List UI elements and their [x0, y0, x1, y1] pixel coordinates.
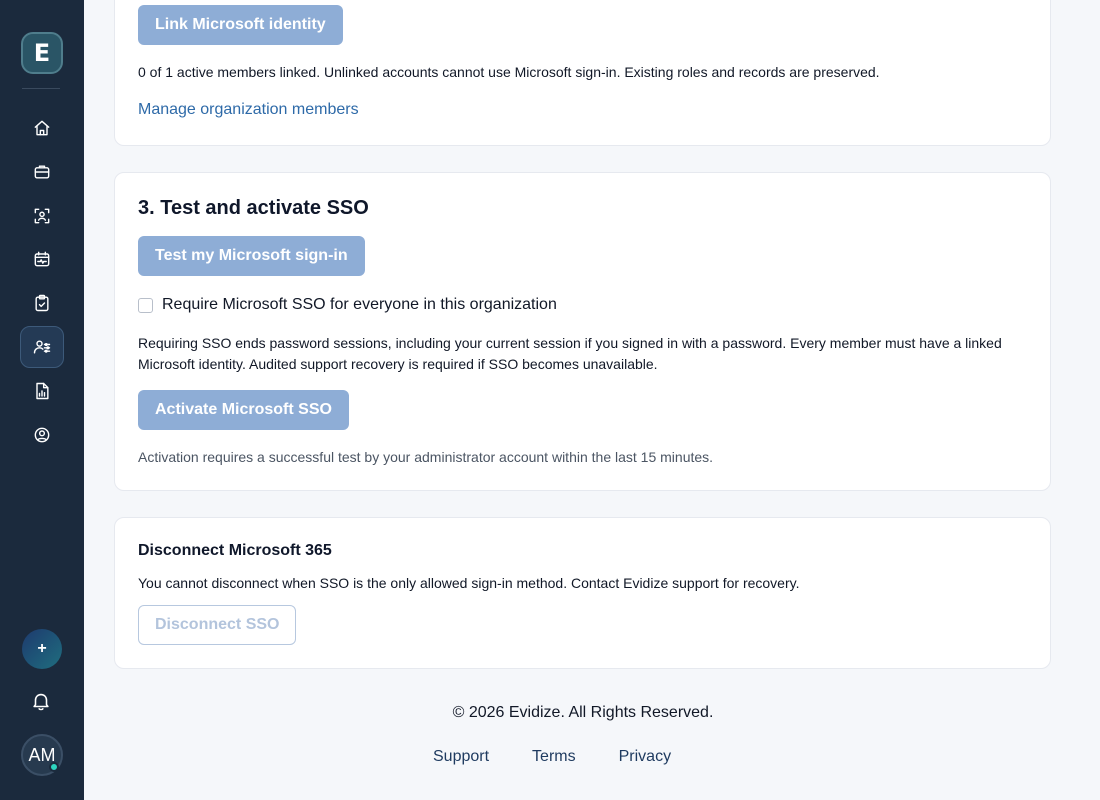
test-sign-in-button[interactable]: Test my Microsoft sign-in — [138, 236, 365, 276]
sidebar-item-account[interactable] — [20, 414, 64, 456]
user-avatar[interactable]: AM — [21, 734, 63, 776]
require-sso-checkbox[interactable] — [138, 297, 153, 313]
sso-warning-text: Requiring SSO ends password sessions, in… — [138, 335, 1002, 372]
require-sso-label: Require Microsoft SSO for everyone in th… — [162, 296, 557, 313]
disconnect-title: Disconnect Microsoft 365 — [138, 542, 332, 559]
report-chart-icon — [36, 382, 49, 400]
footer-link-terms[interactable]: Terms — [532, 748, 576, 766]
users-sliders-icon — [33, 340, 51, 354]
sidebar: E + AM — [0, 0, 84, 800]
calendar-icon — [34, 251, 50, 267]
activate-sso-button[interactable]: Activate Microsoft SSO — [138, 390, 349, 430]
test-activate-title: 3. Test and activate SSO — [138, 197, 369, 219]
disconnect-card: Disconnect Microsoft 365 You cannot disc… — [114, 517, 1051, 669]
link-identity-card: Link Microsoft identity 0 of 1 active me… — [114, 0, 1051, 146]
clipboard-icon — [35, 294, 49, 312]
sidebar-item-reports[interactable] — [20, 370, 64, 412]
sidebar-item-tasks[interactable] — [20, 282, 64, 324]
linked-members-status: 0 of 1 active members linked. Unlinked a… — [138, 64, 880, 80]
disconnect-sso-button[interactable]: Disconnect SSO — [138, 605, 297, 645]
evidize-logo[interactable]: E — [21, 32, 63, 74]
briefcase-icon — [34, 165, 50, 179]
test-activate-sso-card: 3. Test and activate SSO Test my Microso… — [114, 172, 1051, 491]
quick-add-button[interactable]: + — [22, 629, 62, 669]
sidebar-item-cases[interactable] — [20, 151, 64, 193]
link-microsoft-identity-button[interactable]: Link Microsoft identity — [138, 5, 343, 45]
manage-members-link[interactable]: Manage organization members — [138, 101, 359, 119]
sidebar-item-users-settings[interactable] — [20, 326, 64, 368]
face-scan-icon — [34, 208, 50, 224]
disconnect-note: You cannot disconnect when SSO is the on… — [138, 575, 800, 591]
footer-link-privacy[interactable]: Privacy — [619, 748, 671, 766]
copyright-text: © 2026 Evidize. All Rights Reserved. — [452, 704, 714, 721]
sidebar-item-calendar[interactable] — [20, 238, 64, 280]
sidebar-divider — [22, 88, 60, 89]
activation-note: Activation requires a successful test by… — [138, 449, 714, 465]
home-icon — [34, 120, 50, 136]
online-status-dot — [49, 762, 59, 772]
logo-letter: E — [33, 39, 51, 67]
user-circle-icon — [34, 427, 50, 443]
require-sso-row[interactable]: Require Microsoft SSO for everyone in th… — [138, 296, 557, 314]
sidebar-item-scan[interactable] — [20, 195, 64, 237]
sidebar-item-home[interactable] — [20, 107, 64, 149]
footer-links: Support Terms Privacy — [433, 748, 714, 766]
footer-link-support[interactable]: Support — [433, 748, 489, 766]
